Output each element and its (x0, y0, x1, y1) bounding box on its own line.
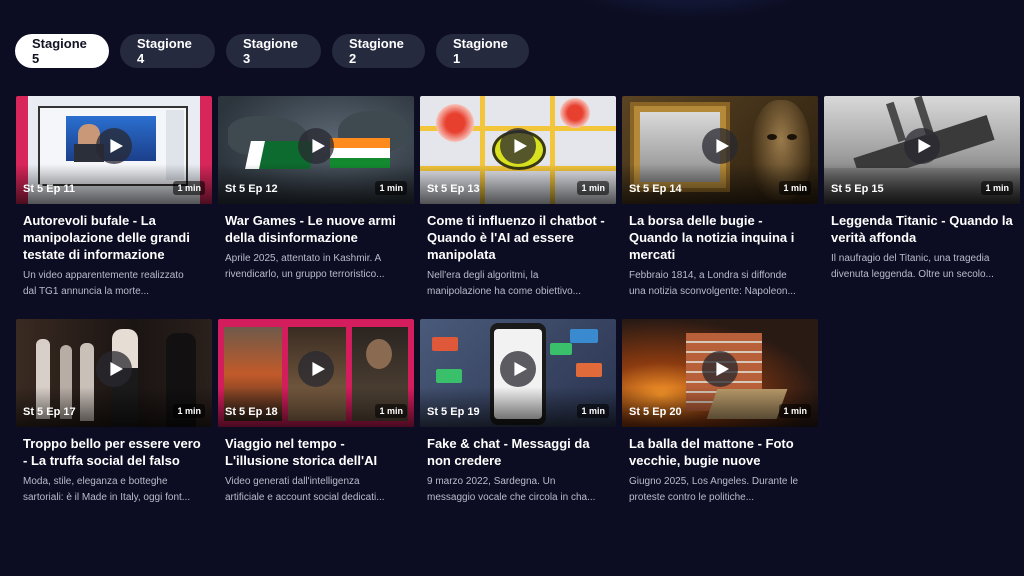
episode-title[interactable]: La borsa delle bugie - Quando la notizia… (622, 212, 818, 263)
episode-description: Nell'era degli algoritmi, la manipolazio… (420, 268, 616, 300)
description-line-2: una notizia sconvolgente: Napoleon... (629, 286, 796, 297)
episode-duration: 1 min (375, 181, 407, 195)
episode-duration: 1 min (173, 404, 205, 418)
episode-duration: 1 min (375, 404, 407, 418)
background-glow (560, 0, 820, 20)
episode-number: St 5 Ep 14 (629, 183, 682, 195)
episode-title[interactable]: Fake & chat - Messaggi da non credere (420, 435, 616, 469)
episode-card[interactable]: St 5 Ep 11 1 min Autorevoli bufale - La … (16, 96, 212, 319)
play-icon[interactable] (96, 351, 132, 387)
episode-description: Giugno 2025, Los Angeles. Durante le pro… (622, 474, 818, 506)
episode-duration: 1 min (779, 181, 811, 195)
play-icon[interactable] (702, 128, 738, 164)
tab-stagione-3[interactable]: Stagione 3 (226, 34, 321, 68)
episode-card[interactable]: St 5 Ep 18 1 min Viaggio nel tempo - L'i… (218, 319, 414, 542)
episode-description: Febbraio 1814, a Londra si diffonde una … (622, 268, 818, 300)
episode-title[interactable]: Troppo bello per essere vero - La truffa… (16, 435, 212, 469)
episode-thumbnail[interactable]: St 5 Ep 15 1 min (824, 96, 1020, 204)
play-icon[interactable] (96, 128, 132, 164)
description-line-1: Nell'era degli algoritmi, la (427, 270, 539, 281)
description-line-1: Giugno 2025, Los Angeles. Durante le (629, 476, 799, 487)
episode-card[interactable]: St 5 Ep 14 1 min La borsa delle bugie - … (622, 96, 818, 319)
play-icon[interactable] (298, 128, 334, 164)
description-line-1: Moda, stile, eleganza e botteghe (23, 476, 168, 487)
description-line-1: 9 marzo 2022, Sardegna. Un (427, 476, 556, 487)
tab-stagione-1[interactable]: Stagione 1 (436, 34, 529, 68)
episode-thumbnail[interactable]: St 5 Ep 13 1 min (420, 96, 616, 204)
episode-description: Il naufragio del Titanic, una tragedia d… (824, 251, 1020, 283)
episode-number: St 5 Ep 17 (23, 406, 76, 418)
description-line-1: Un video apparentemente realizzato (23, 270, 184, 281)
description-line-1: Aprile 2025, attentato in Kashmir. A (225, 253, 382, 264)
episode-thumbnail[interactable]: St 5 Ep 17 1 min (16, 319, 212, 427)
episode-title[interactable]: La balla del mattone - Foto vecchie, bug… (622, 435, 818, 469)
description-line-2: manipolazione ha come obiettivo... (427, 286, 581, 297)
episode-card[interactable]: St 5 Ep 19 1 min Fake & chat - Messaggi … (420, 319, 616, 542)
episode-card[interactable]: St 5 Ep 15 1 min Leggenda Titanic - Quan… (824, 96, 1020, 319)
episode-description: 9 marzo 2022, Sardegna. Un messaggio voc… (420, 474, 616, 506)
play-icon[interactable] (702, 351, 738, 387)
episode-title[interactable]: Leggenda Titanic - Quando la verità affo… (824, 212, 1020, 246)
play-icon[interactable] (500, 351, 536, 387)
episode-title[interactable]: Autorevoli bufale - La manipolazione del… (16, 212, 212, 263)
episode-card[interactable]: St 5 Ep 13 1 min Come ti influenzo il ch… (420, 96, 616, 319)
description-line-2: proteste contro le politiche... (629, 492, 755, 503)
episode-description: Video generati dall'intelligenza artific… (218, 474, 414, 506)
description-line-2: artificiale e account social dedicati... (225, 492, 385, 503)
episode-duration: 1 min (173, 181, 205, 195)
episode-thumbnail[interactable]: St 5 Ep 19 1 min (420, 319, 616, 427)
episode-card[interactable]: St 5 Ep 20 1 min La balla del mattone - … (622, 319, 818, 542)
episode-thumbnail[interactable]: St 5 Ep 11 1 min (16, 96, 212, 204)
episode-description: Un video apparentemente realizzato dal T… (16, 268, 212, 300)
episode-card[interactable]: St 5 Ep 17 1 min Troppo bello per essere… (16, 319, 212, 542)
tab-stagione-5[interactable]: Stagione 5 (15, 34, 109, 68)
description-line-2: sartoriali: è il Made in Italy, oggi fon… (23, 492, 191, 503)
episode-number: St 5 Ep 19 (427, 406, 480, 418)
episode-grid: St 5 Ep 11 1 min Autorevoli bufale - La … (16, 96, 1020, 542)
episode-thumbnail[interactable]: St 5 Ep 20 1 min (622, 319, 818, 427)
play-icon[interactable] (904, 128, 940, 164)
description-line-2: dal TG1 annuncia la morte... (23, 286, 149, 297)
episode-duration: 1 min (577, 404, 609, 418)
episode-description: Aprile 2025, attentato in Kashmir. A riv… (218, 251, 414, 283)
description-line-2: divenuta leggenda. Oltre un secolo... (831, 269, 994, 280)
episode-title[interactable]: Come ti influenzo il chatbot - Quando è … (420, 212, 616, 263)
episode-card[interactable]: St 5 Ep 12 1 min War Games - Le nuove ar… (218, 96, 414, 319)
tab-stagione-4[interactable]: Stagione 4 (120, 34, 215, 68)
episode-duration: 1 min (779, 404, 811, 418)
episode-thumbnail[interactable]: St 5 Ep 14 1 min (622, 96, 818, 204)
episode-thumbnail[interactable]: St 5 Ep 12 1 min (218, 96, 414, 204)
episode-duration: 1 min (577, 181, 609, 195)
play-icon[interactable] (500, 128, 536, 164)
episode-duration: 1 min (981, 181, 1013, 195)
episode-description: Moda, stile, eleganza e botteghe sartori… (16, 474, 212, 506)
description-line-1: Febbraio 1814, a Londra si diffonde (629, 270, 787, 281)
episode-number: St 5 Ep 12 (225, 183, 278, 195)
episode-title[interactable]: Viaggio nel tempo - L'illusione storica … (218, 435, 414, 469)
episode-number: St 5 Ep 20 (629, 406, 682, 418)
episode-title[interactable]: War Games - Le nuove armi della disinfor… (218, 212, 414, 246)
episode-thumbnail[interactable]: St 5 Ep 18 1 min (218, 319, 414, 427)
episode-number: St 5 Ep 18 (225, 406, 278, 418)
tab-stagione-2[interactable]: Stagione 2 (332, 34, 425, 68)
season-tabs: Stagione 5 Stagione 4 Stagione 3 Stagion… (15, 34, 529, 68)
episode-number: St 5 Ep 15 (831, 183, 884, 195)
description-line-1: Il naufragio del Titanic, una tragedia (831, 253, 990, 264)
play-icon[interactable] (298, 351, 334, 387)
description-line-1: Video generati dall'intelligenza (225, 476, 360, 487)
episode-number: St 5 Ep 13 (427, 183, 480, 195)
description-line-2: messaggio vocale che circola in cha... (427, 492, 596, 503)
episode-number: St 5 Ep 11 (23, 183, 75, 195)
description-line-2: rivendicarlo, un gruppo terroristico... (225, 269, 385, 280)
